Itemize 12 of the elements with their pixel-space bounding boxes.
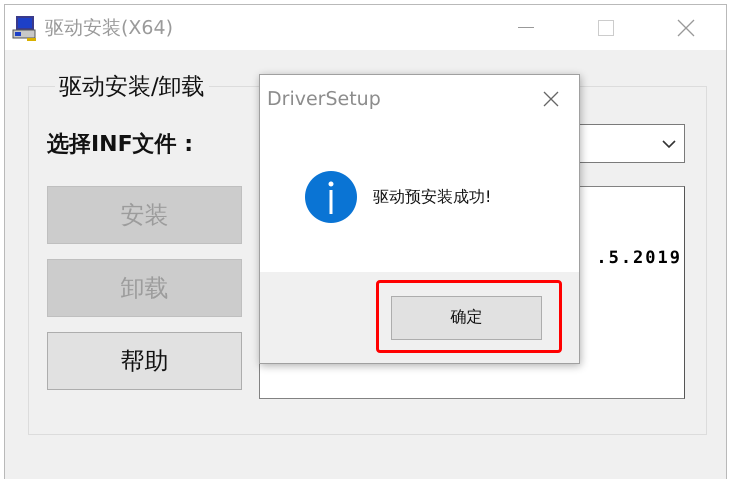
- output-text: .5.2019: [596, 248, 682, 268]
- dialog-message: 驱动预安装成功!: [373, 186, 492, 208]
- ok-button[interactable]: 确定: [391, 296, 542, 340]
- close-icon[interactable]: [543, 90, 559, 106]
- window-title: 驱动安装(X64): [45, 16, 174, 40]
- dialog-title: DriverSetup: [267, 88, 382, 110]
- group-title: 驱动安装/卸载: [58, 73, 206, 102]
- info-icon: [305, 171, 357, 223]
- inf-dropdown[interactable]: [580, 124, 685, 163]
- computer-icon: [11, 14, 39, 42]
- inf-label: 选择INF文件 :: [47, 130, 194, 158]
- action-button[interactable]: 帮助: [47, 332, 242, 390]
